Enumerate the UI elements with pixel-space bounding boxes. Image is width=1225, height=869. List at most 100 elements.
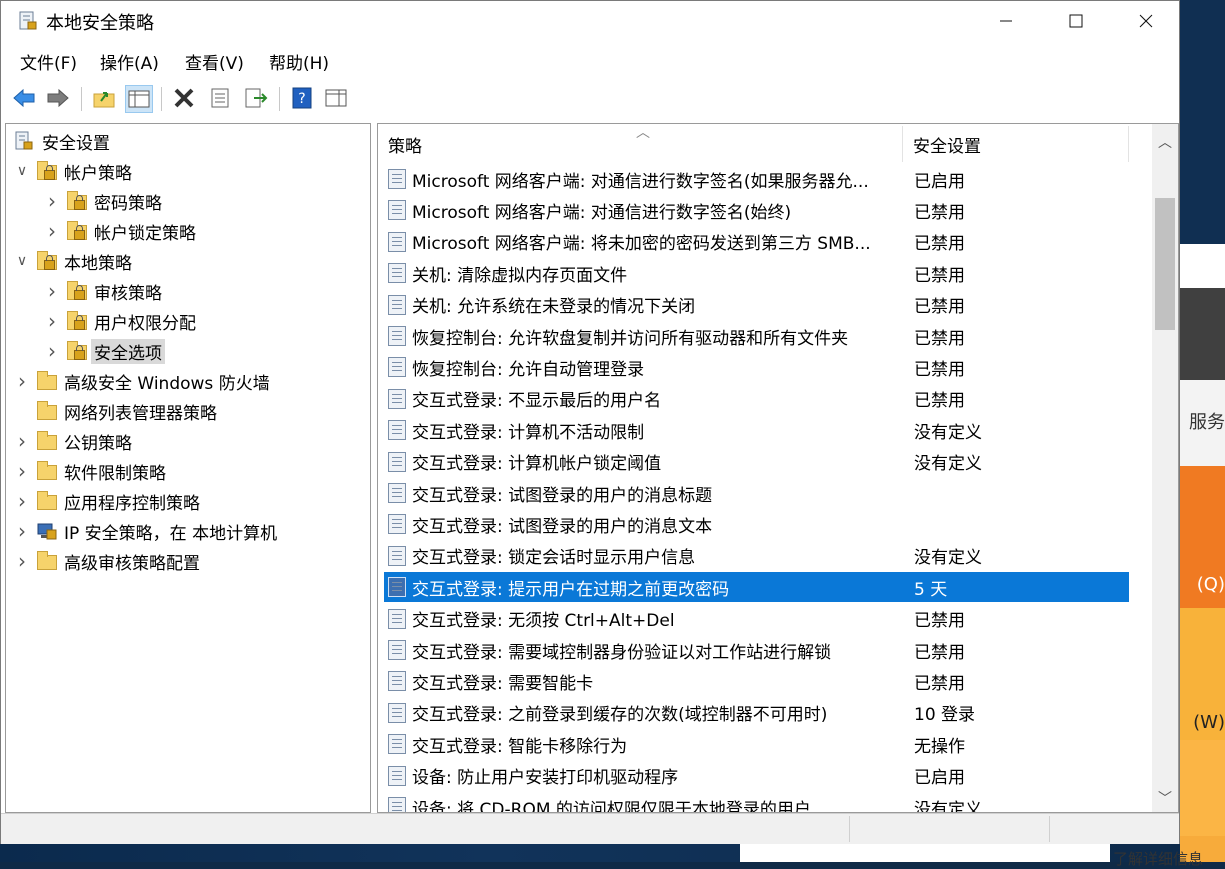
action-pane-icon — [325, 89, 347, 107]
show-hide-tree-button[interactable] — [125, 85, 153, 113]
tree-item[interactable]: 网络列表管理器策略 — [14, 397, 217, 425]
console-tree: 安全设置 ∨ 帐户策略 › 密码策略 › 帐户锁定策略 ∨ 本地策略 › 审核策略 › 用户权限分配 ›… — [5, 123, 371, 813]
tree-item[interactable]: › 帐户锁定策略 — [44, 217, 196, 245]
forward-arrow-icon — [47, 88, 69, 108]
tree-item[interactable]: › 密码策略 — [44, 187, 162, 215]
policy-row[interactable]: 交互式登录: 计算机不活动限制 没有定义 — [384, 415, 1129, 445]
policy-setting-value: 已禁用 — [914, 673, 965, 694]
policy-row[interactable]: 交互式登录: 提示用户在过期之前更改密码 5 天 — [384, 572, 1129, 603]
policy-row[interactable]: Microsoft 网络客户端: 对通信进行数字签名(始终) 已禁用 — [384, 195, 1129, 225]
menu-help[interactable]: 帮助(H) — [269, 49, 329, 74]
properties-button[interactable] — [207, 85, 233, 111]
menu-action[interactable]: 操作(A) — [100, 49, 159, 74]
menu-view[interactable]: 查看(V) — [185, 49, 244, 74]
policy-row[interactable]: 交互式登录: 试图登录的用户的消息文本 — [384, 509, 1129, 539]
toolbar: ? — [1, 81, 1179, 117]
policy-row[interactable]: 恢复控制台: 允许自动管理登录 已禁用 — [384, 352, 1129, 382]
chevron-down-icon[interactable]: ∨ — [14, 163, 30, 179]
locked-folder-icon — [66, 311, 88, 331]
policy-row[interactable]: Microsoft 网络客户端: 将未加密的密码发送到第三方 SMB... 已禁用 — [384, 227, 1129, 257]
policy-icon — [388, 702, 406, 723]
chevron-right-icon[interactable]: › — [44, 309, 60, 333]
policy-icon — [388, 671, 406, 692]
tree-item[interactable]: › 审核策略 — [44, 277, 162, 305]
policy-row[interactable]: 交互式登录: 试图登录的用户的消息标题 — [384, 478, 1129, 508]
tree-label: 审核策略 — [94, 283, 162, 304]
policy-row[interactable]: 设备: 将 CD-ROM 的访问权限仅限于本地登录的用户 没有定义 — [384, 792, 1129, 812]
svg-text:?: ? — [298, 91, 305, 107]
up-folder-button[interactable] — [91, 85, 117, 111]
chevron-right-icon[interactable]: › — [14, 369, 30, 393]
policy-name: 交互式登录: 之前登录到缓存的次数(域控制器不可用时) — [412, 705, 828, 726]
maximize-button[interactable] — [1053, 1, 1099, 41]
chevron-right-icon[interactable]: › — [44, 219, 60, 243]
policy-row[interactable]: 交互式登录: 不显示最后的用户名 已禁用 — [384, 384, 1129, 414]
policy-name: 交互式登录: 需要域控制器身份验证以对工作站进行解锁 — [412, 642, 832, 663]
policy-name: 交互式登录: 试图登录的用户的消息文本 — [412, 516, 713, 537]
chevron-right-icon[interactable]: › — [14, 429, 30, 453]
chevron-right-icon[interactable]: › — [44, 339, 60, 363]
policy-setting-value: 已禁用 — [914, 234, 965, 255]
policy-row[interactable]: 交互式登录: 计算机帐户锁定阈值 没有定义 — [384, 447, 1129, 477]
policy-name: 设备: 防止用户安装打印机驱动程序 — [412, 768, 679, 789]
chevron-right-icon[interactable]: › — [14, 519, 30, 543]
policy-row[interactable]: 恢复控制台: 允许软盘复制并访问所有驱动器和所有文件夹 已禁用 — [384, 321, 1129, 351]
tree-label: 高级安全 Windows 防火墙 — [64, 373, 270, 394]
export-list-button[interactable] — [243, 85, 269, 111]
title-bar[interactable]: 本地安全策略 — [1, 1, 1179, 41]
tree-item[interactable]: › 软件限制策略 — [14, 457, 166, 485]
show-action-pane-button[interactable] — [323, 85, 349, 111]
scroll-down-button[interactable]: ﹀ — [1152, 784, 1178, 812]
vertical-scrollbar[interactable]: ︿ ﹀ — [1152, 124, 1178, 812]
policy-row[interactable]: 关机: 清除虚拟内存页面文件 已禁用 — [384, 258, 1129, 288]
back-button[interactable] — [11, 85, 37, 111]
tree-item[interactable]: › 高级审核策略配置 — [14, 547, 200, 575]
delete-button[interactable] — [171, 85, 197, 111]
folder-icon — [36, 401, 58, 421]
tree-item[interactable]: ∨ 帐户策略 — [14, 157, 132, 185]
chevron-right-icon[interactable]: › — [14, 459, 30, 483]
column-header-policy[interactable]: 策略 — [388, 124, 900, 164]
chevron-right-icon[interactable]: › — [14, 549, 30, 573]
chevron-right-icon[interactable]: › — [44, 189, 60, 213]
tree-item[interactable]: › 用户权限分配 — [44, 307, 196, 335]
policy-row[interactable]: 关机: 允许系统在未登录的情况下关闭 已禁用 — [384, 290, 1129, 320]
policy-row[interactable]: 交互式登录: 之前登录到缓存的次数(域控制器不可用时) 10 登录 — [384, 698, 1129, 728]
policy-row[interactable]: 交互式登录: 智能卡移除行为 无操作 — [384, 729, 1129, 759]
policy-row[interactable]: 交互式登录: 锁定会话时显示用户信息 没有定义 — [384, 541, 1129, 571]
tree-item[interactable]: › 应用程序控制策略 — [14, 487, 200, 515]
policy-row[interactable]: 交互式登录: 需要域控制器身份验证以对工作站进行解锁 已禁用 — [384, 635, 1129, 665]
policy-setting-value: 已禁用 — [914, 611, 965, 632]
tree-item[interactable]: › 公钥策略 — [14, 427, 132, 455]
window-title: 本地安全策略 — [46, 13, 154, 34]
policy-row[interactable]: 交互式登录: 需要智能卡 已禁用 — [384, 666, 1129, 696]
forward-button[interactable] — [45, 85, 71, 111]
tree-item[interactable]: › IP 安全策略，在 本地计算机 — [14, 517, 277, 545]
chevron-right-icon[interactable]: › — [14, 489, 30, 513]
chevron-down-icon[interactable]: ∨ — [14, 253, 30, 269]
policy-row[interactable]: Microsoft 网络客户端: 对通信进行数字签名(如果服务器允... 已启用 — [384, 164, 1129, 194]
minimize-button[interactable] — [983, 1, 1029, 41]
tree-root-security-settings[interactable]: 安全设置 — [14, 127, 110, 155]
help-button[interactable]: ? — [289, 85, 315, 111]
menu-file[interactable]: 文件(F) — [20, 49, 77, 74]
background-text: (W) — [1193, 712, 1225, 733]
close-button[interactable] — [1123, 1, 1169, 41]
local-security-policy-window: 本地安全策略 文件(F) 操作(A) 查看(V) 帮助(H) ? 安全设置 ∨ … — [0, 0, 1180, 844]
ip-security-icon — [36, 521, 58, 541]
tree-label: 本地策略 — [64, 253, 132, 274]
scroll-up-button[interactable]: ︿ — [1152, 128, 1178, 156]
policy-row[interactable]: 交互式登录: 无须按 Ctrl+Alt+Del 已禁用 — [384, 604, 1129, 634]
scrollbar-thumb[interactable] — [1155, 198, 1175, 330]
column-header-security-setting[interactable]: 安全设置 — [913, 124, 1133, 164]
tree-item[interactable]: › 高级安全 Windows 防火墙 — [14, 367, 270, 395]
policy-icon — [388, 483, 406, 503]
tree-item[interactable]: › 安全选项 — [44, 337, 165, 365]
chevron-up-icon: ︿ — [1158, 135, 1172, 151]
chevron-right-icon[interactable]: › — [44, 279, 60, 303]
policy-row[interactable]: 设备: 防止用户安装打印机驱动程序 已启用 — [384, 761, 1129, 791]
tree-item[interactable]: ∨ 本地策略 — [14, 247, 132, 275]
policy-setting-value: 已禁用 — [914, 642, 965, 663]
security-settings-icon — [15, 131, 33, 150]
policy-icon — [388, 326, 406, 346]
